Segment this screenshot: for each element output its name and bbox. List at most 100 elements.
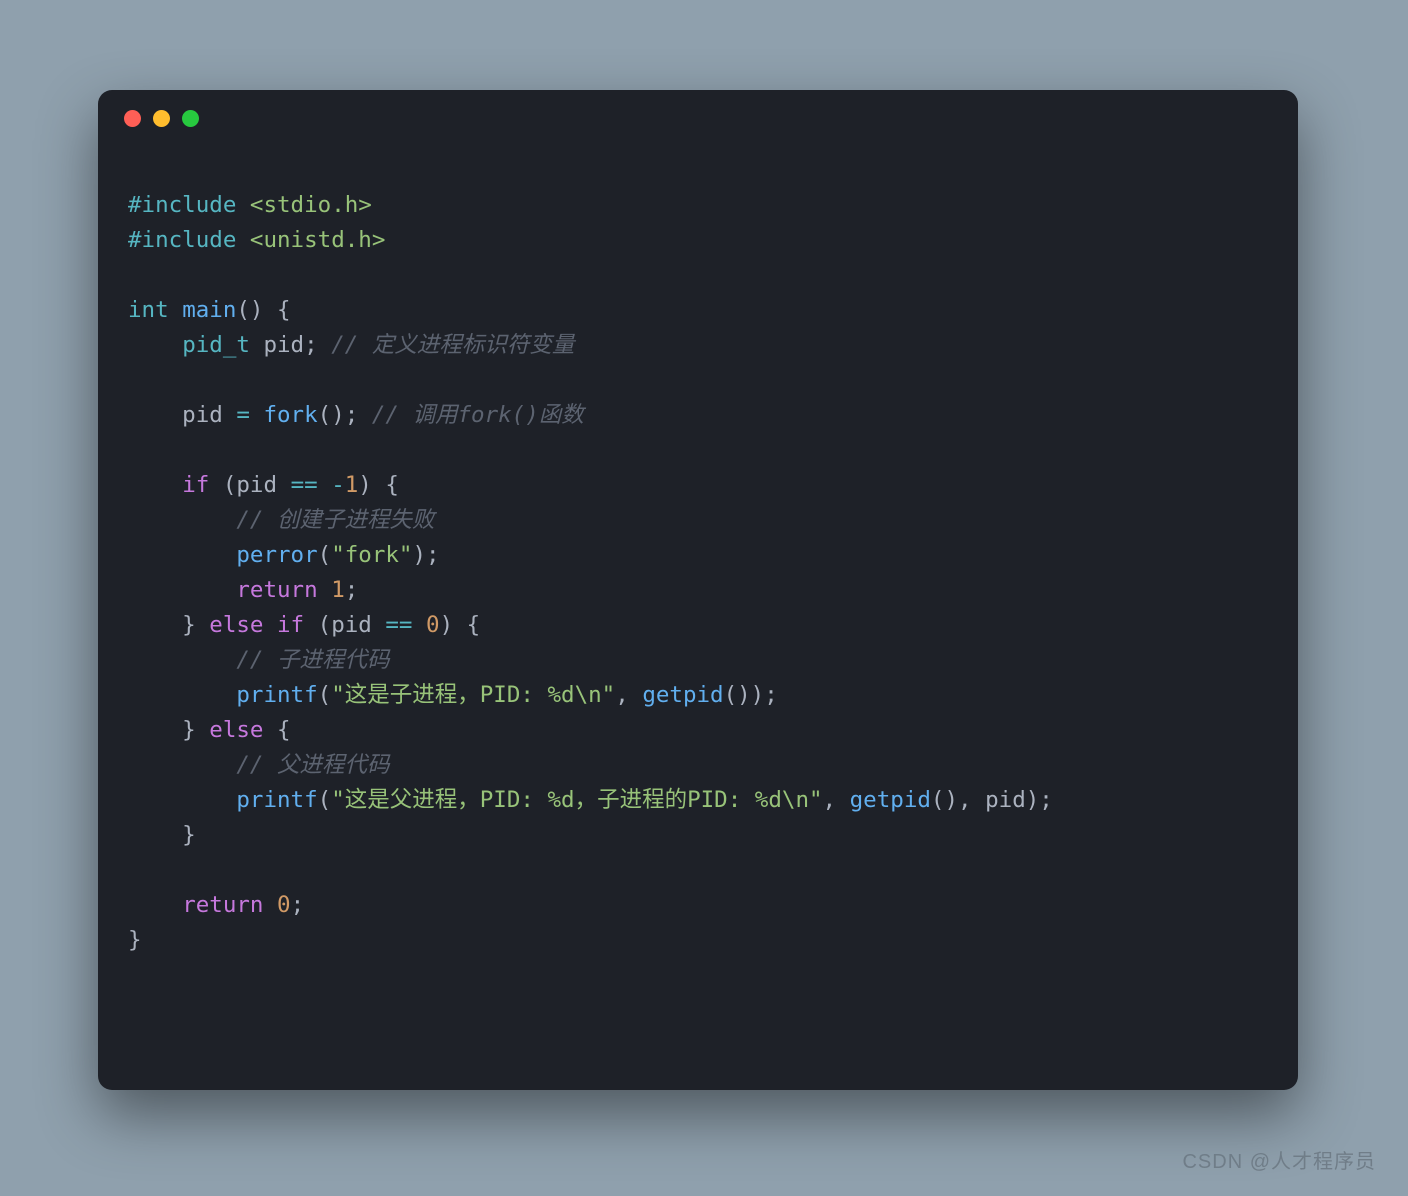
code-token: fork <box>263 402 317 428</box>
code-token: else <box>209 612 263 638</box>
code-token: if <box>182 472 209 498</box>
code-token: - <box>331 472 345 498</box>
code-token: ; <box>291 892 305 918</box>
code-token: <unistd.h> <box>250 227 385 253</box>
code-token: // 子进程代码 <box>236 647 389 673</box>
code-token: pid; <box>250 332 331 358</box>
code-token: = <box>236 402 250 428</box>
code-token: 1 <box>331 577 345 603</box>
traffic-light-zoom-icon[interactable] <box>182 110 199 127</box>
code-token: == <box>385 612 412 638</box>
code-token: (), pid); <box>931 787 1053 813</box>
code-token <box>128 892 182 918</box>
code-token <box>128 507 236 533</box>
code-token: getpid <box>642 682 723 708</box>
code-line: // 父进程代码 <box>128 748 1278 783</box>
code-token <box>128 472 182 498</box>
code-line: printf("这是父进程，PID: %d，子进程的PID: %d\n", ge… <box>128 783 1278 818</box>
code-token <box>128 542 236 568</box>
code-token <box>318 577 332 603</box>
code-token: printf <box>236 682 317 708</box>
traffic-light-close-icon[interactable] <box>124 110 141 127</box>
code-token <box>318 472 332 498</box>
code-token: perror <box>236 542 317 568</box>
code-token <box>128 647 236 673</box>
code-line: pid_t pid; // 定义进程标识符变量 <box>128 328 1278 363</box>
window-titlebar <box>98 90 1298 146</box>
code-token: ( <box>318 542 332 568</box>
code-token: ; <box>345 577 359 603</box>
code-line: int main() { <box>128 293 1278 328</box>
code-line: return 0; <box>128 888 1278 923</box>
code-token: int <box>128 297 169 323</box>
code-token: 0 <box>277 892 291 918</box>
code-block: #include <stdio.h>#include <unistd.h> in… <box>128 188 1278 958</box>
code-token: // 调用fork()函数 <box>372 402 584 428</box>
code-token: ()); <box>724 682 778 708</box>
code-token: ( <box>318 787 332 813</box>
code-token: (pid <box>209 472 290 498</box>
traffic-light-minimize-icon[interactable] <box>153 110 170 127</box>
code-token: #include <box>128 227 236 253</box>
code-line: #include <stdio.h> <box>128 188 1278 223</box>
code-line: } <box>128 818 1278 853</box>
code-token: // 定义进程标识符变量 <box>331 332 574 358</box>
code-token <box>128 752 236 778</box>
code-line <box>128 433 1278 468</box>
code-token: { <box>263 717 290 743</box>
code-token <box>128 577 236 603</box>
code-token: return <box>182 892 263 918</box>
code-line: #include <unistd.h> <box>128 223 1278 258</box>
code-token: "fork" <box>331 542 412 568</box>
code-line: printf("这是子进程，PID: %d\n", getpid()); <box>128 678 1278 713</box>
code-token: == <box>291 472 318 498</box>
code-token: return <box>236 577 317 603</box>
code-token: } <box>128 612 209 638</box>
code-token: "这是父进程，PID: %d，子进程的PID: %d\n" <box>331 787 822 813</box>
code-line: pid = fork(); // 调用fork()函数 <box>128 398 1278 433</box>
code-token <box>263 612 277 638</box>
code-line <box>128 258 1278 293</box>
code-token: () { <box>236 297 290 323</box>
code-token: pid <box>128 402 236 428</box>
code-token: main <box>182 297 236 323</box>
code-line: } else if (pid == 0) { <box>128 608 1278 643</box>
code-token: // 父进程代码 <box>236 752 389 778</box>
code-token <box>250 402 264 428</box>
code-token: ) { <box>440 612 481 638</box>
code-token: getpid <box>850 787 931 813</box>
code-token: #include <box>128 192 236 218</box>
code-token: "这是子进程，PID: %d\n" <box>331 682 615 708</box>
code-line: return 1; <box>128 573 1278 608</box>
code-line <box>128 853 1278 888</box>
code-line: if (pid == -1) { <box>128 468 1278 503</box>
code-token <box>236 192 250 218</box>
code-token: <stdio.h> <box>250 192 372 218</box>
code-token: 1 <box>345 472 359 498</box>
code-token <box>128 332 182 358</box>
code-token: ( <box>318 682 332 708</box>
code-token <box>236 227 250 253</box>
code-line: } else { <box>128 713 1278 748</box>
code-token <box>412 612 426 638</box>
code-token: } <box>128 927 142 953</box>
watermark-text: CSDN @人才程序员 <box>1182 1145 1376 1174</box>
code-token: , <box>823 787 850 813</box>
code-line <box>128 363 1278 398</box>
code-window: #include <stdio.h>#include <unistd.h> in… <box>98 90 1298 1090</box>
code-token: if <box>277 612 304 638</box>
code-token <box>263 892 277 918</box>
code-token: // 创建子进程失败 <box>236 507 434 533</box>
code-line: } <box>128 923 1278 958</box>
code-token: printf <box>236 787 317 813</box>
code-token: 0 <box>426 612 440 638</box>
code-line: perror("fork"); <box>128 538 1278 573</box>
code-token: ); <box>412 542 439 568</box>
code-token <box>169 297 183 323</box>
code-token: else <box>209 717 263 743</box>
code-token <box>128 682 236 708</box>
code-line: // 创建子进程失败 <box>128 503 1278 538</box>
code-token: } <box>128 717 209 743</box>
code-token: ) { <box>358 472 399 498</box>
code-token: pid_t <box>182 332 250 358</box>
